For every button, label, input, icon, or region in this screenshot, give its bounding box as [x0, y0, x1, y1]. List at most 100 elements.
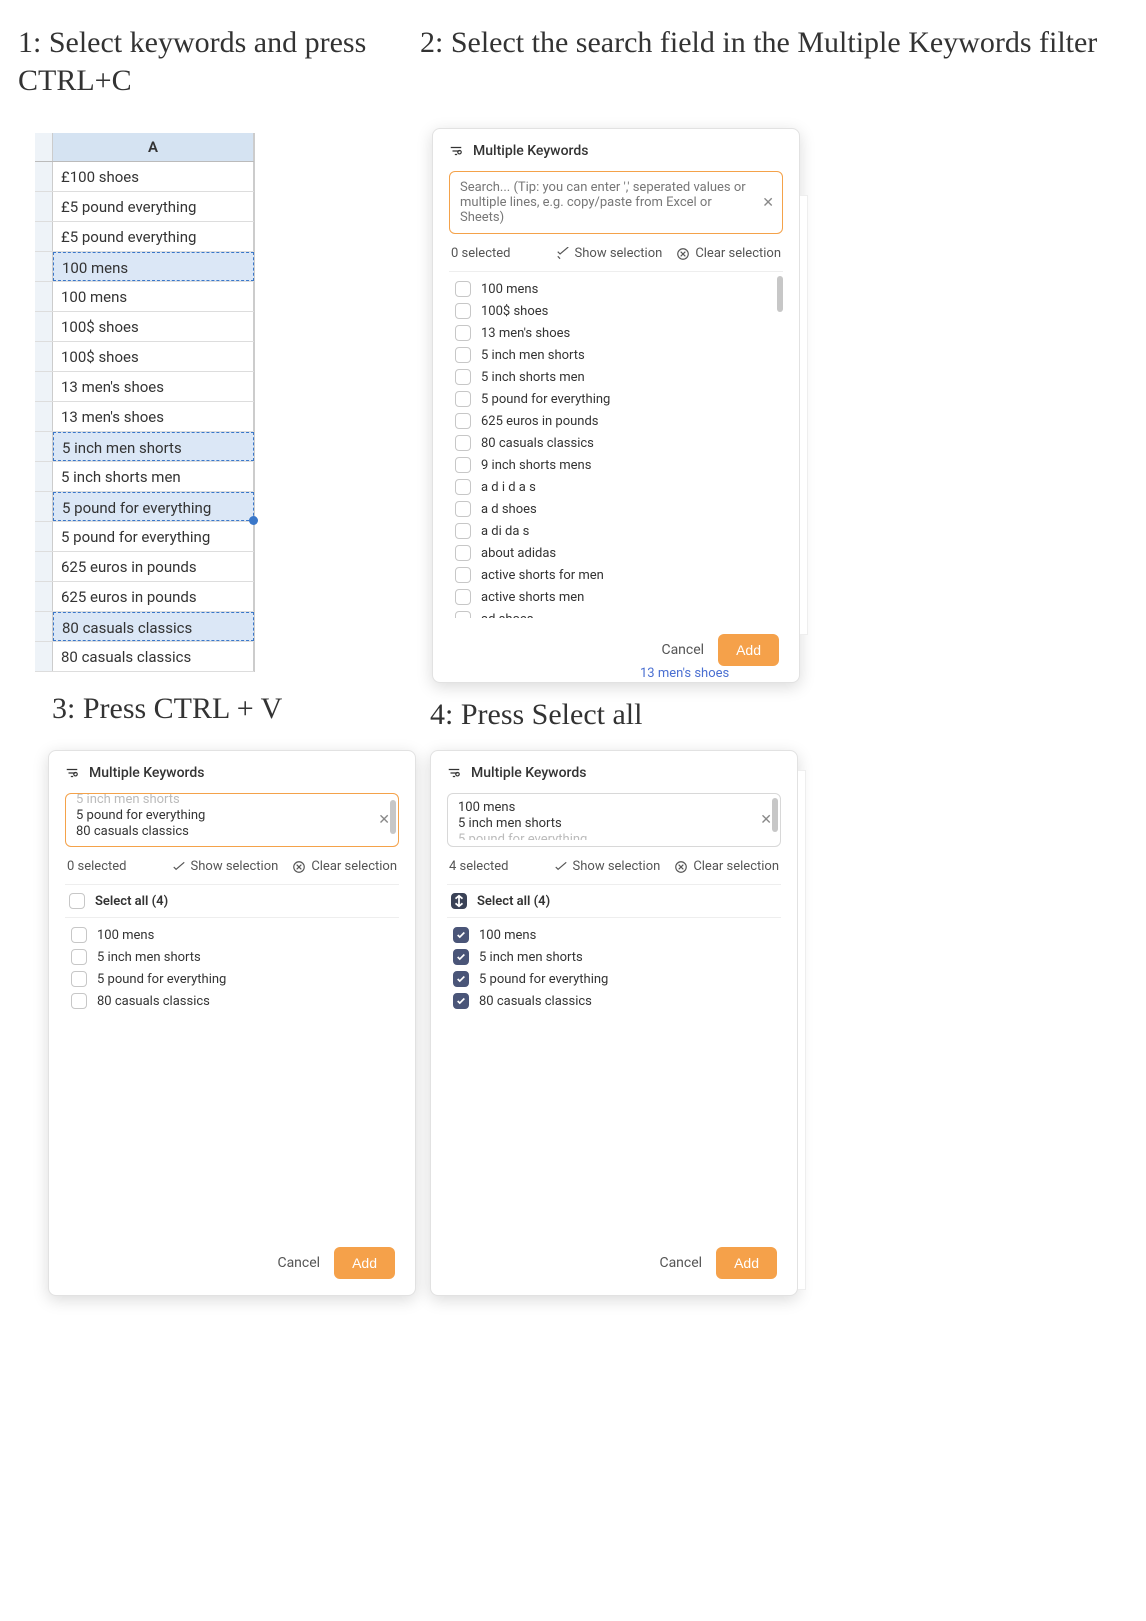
- cell[interactable]: 5 inch shorts men: [53, 462, 254, 491]
- spreadsheet-row[interactable]: 100$ shoes: [35, 312, 254, 342]
- select-all-checkbox[interactable]: [69, 893, 85, 909]
- cell[interactable]: £100 shoes: [53, 162, 254, 191]
- search-input[interactable]: Search... (Tip: you can enter ',' sepera…: [449, 171, 783, 234]
- checkbox[interactable]: [455, 369, 471, 385]
- clear-selection-button[interactable]: Clear selection: [676, 246, 781, 261]
- spreadsheet-row[interactable]: 5 pound for everything: [35, 522, 254, 552]
- keyword-item[interactable]: 80 casuals classics: [449, 990, 779, 1012]
- clear-input-icon[interactable]: ✕: [762, 195, 774, 211]
- scrollbar-thumb[interactable]: [772, 798, 778, 832]
- keyword-item[interactable]: about adidas: [451, 542, 781, 564]
- checkbox[interactable]: [455, 457, 471, 473]
- keyword-item[interactable]: 100$ shoes: [451, 300, 781, 322]
- keyword-item[interactable]: active shorts for men: [451, 564, 781, 586]
- cell[interactable]: 13 men's shoes: [53, 402, 254, 431]
- row-header[interactable]: [35, 282, 53, 311]
- spreadsheet-row[interactable]: 5 inch men shorts: [35, 432, 254, 462]
- checkbox[interactable]: [453, 949, 469, 965]
- selection-handle[interactable]: [249, 516, 258, 525]
- cell[interactable]: 100 mens: [53, 252, 254, 281]
- select-all-label[interactable]: Select all (4): [477, 894, 550, 909]
- keyword-item[interactable]: ad shoes: [451, 608, 781, 618]
- select-all-label[interactable]: Select all (4): [95, 894, 168, 909]
- row-header[interactable]: [35, 312, 53, 341]
- cell[interactable]: 80 casuals classics: [53, 642, 254, 671]
- clear-selection-button[interactable]: Clear selection: [292, 859, 397, 874]
- keyword-item[interactable]: 100 mens: [449, 924, 779, 946]
- show-selection-button[interactable]: Show selection: [172, 859, 279, 874]
- spreadsheet-row[interactable]: 625 euros in pounds: [35, 552, 254, 582]
- row-header[interactable]: [35, 372, 53, 401]
- spreadsheet-row[interactable]: 13 men's shoes: [35, 402, 254, 432]
- keyword-item[interactable]: 80 casuals classics: [451, 432, 781, 454]
- keyword-item[interactable]: 5 pound for everything: [451, 388, 781, 410]
- row-header[interactable]: [35, 492, 53, 521]
- checkbox[interactable]: [455, 545, 471, 561]
- checkbox[interactable]: [455, 501, 471, 517]
- keyword-item[interactable]: a d shoes: [451, 498, 781, 520]
- checkbox[interactable]: [455, 325, 471, 341]
- spreadsheet-row[interactable]: 100 mens: [35, 252, 254, 282]
- scrollbar-thumb[interactable]: [390, 800, 396, 834]
- spreadsheet-row[interactable]: £5 pound everything: [35, 192, 254, 222]
- keyword-item[interactable]: 625 euros in pounds: [451, 410, 781, 432]
- keyword-item[interactable]: 100 mens: [67, 924, 397, 946]
- spreadsheet-row[interactable]: £5 pound everything: [35, 222, 254, 252]
- keyword-item[interactable]: 5 inch men shorts: [67, 946, 397, 968]
- checkbox[interactable]: [455, 413, 471, 429]
- checkbox[interactable]: [455, 435, 471, 451]
- checkbox[interactable]: [455, 567, 471, 583]
- show-selection-button[interactable]: Show selection: [554, 859, 661, 874]
- row-header[interactable]: [35, 522, 53, 551]
- spreadsheet-row[interactable]: 100$ shoes: [35, 342, 254, 372]
- row-header[interactable]: [35, 402, 53, 431]
- cell[interactable]: 100$ shoes: [53, 312, 254, 341]
- checkbox[interactable]: [455, 347, 471, 363]
- keyword-item[interactable]: 80 casuals classics: [67, 990, 397, 1012]
- row-header[interactable]: [35, 612, 53, 641]
- add-button[interactable]: Add: [716, 1247, 777, 1279]
- row-header[interactable]: [35, 342, 53, 371]
- checkbox[interactable]: [71, 971, 87, 987]
- keyword-item[interactable]: 5 inch men shorts: [451, 344, 781, 366]
- scrollbar-thumb[interactable]: [777, 276, 783, 312]
- cancel-button[interactable]: Cancel: [277, 1255, 320, 1271]
- checkbox[interactable]: [455, 479, 471, 495]
- spreadsheet-row[interactable]: 13 men's shoes: [35, 372, 254, 402]
- spreadsheet-row[interactable]: 80 casuals classics: [35, 642, 254, 672]
- checkbox[interactable]: [455, 523, 471, 539]
- spreadsheet-row[interactable]: 80 casuals classics: [35, 612, 254, 642]
- checkbox[interactable]: [71, 949, 87, 965]
- row-header[interactable]: [35, 162, 53, 191]
- keyword-item[interactable]: 9 inch shorts mens: [451, 454, 781, 476]
- search-input[interactable]: 100 mens 5 inch men shorts 5 pound for e…: [447, 793, 781, 847]
- show-selection-button[interactable]: Show selection: [556, 246, 663, 261]
- row-header[interactable]: [35, 642, 53, 671]
- keyword-item[interactable]: 5 pound for everything: [67, 968, 397, 990]
- column-header-a[interactable]: A: [53, 133, 254, 161]
- clear-input-icon[interactable]: ✕: [760, 812, 772, 828]
- row-header[interactable]: [35, 432, 53, 461]
- spreadsheet-row[interactable]: £100 shoes: [35, 162, 254, 192]
- row-header[interactable]: [35, 552, 53, 581]
- keyword-item[interactable]: 5 inch shorts men: [451, 366, 781, 388]
- cell[interactable]: 5 pound for everything: [53, 522, 254, 551]
- search-input[interactable]: 5 inch men shorts 5 pound for everything…: [65, 793, 399, 847]
- clear-input-icon[interactable]: ✕: [378, 812, 390, 828]
- checkbox[interactable]: [455, 611, 471, 618]
- cell[interactable]: 625 euros in pounds: [53, 552, 254, 581]
- keyword-item[interactable]: active shorts men: [451, 586, 781, 608]
- cell[interactable]: 100$ shoes: [53, 342, 254, 371]
- spreadsheet-row[interactable]: 5 inch shorts men: [35, 462, 254, 492]
- clear-selection-button[interactable]: Clear selection: [674, 859, 779, 874]
- checkbox[interactable]: [71, 993, 87, 1009]
- cancel-button[interactable]: Cancel: [661, 642, 704, 658]
- cell[interactable]: 5 inch men shorts: [53, 432, 254, 461]
- cell[interactable]: 80 casuals classics: [53, 612, 254, 641]
- cell[interactable]: 625 euros in pounds: [53, 582, 254, 611]
- row-header[interactable]: [35, 192, 53, 221]
- checkbox[interactable]: [455, 391, 471, 407]
- select-all-checkbox[interactable]: [451, 893, 467, 909]
- checkbox[interactable]: [455, 303, 471, 319]
- keyword-item[interactable]: 5 pound for everything: [449, 968, 779, 990]
